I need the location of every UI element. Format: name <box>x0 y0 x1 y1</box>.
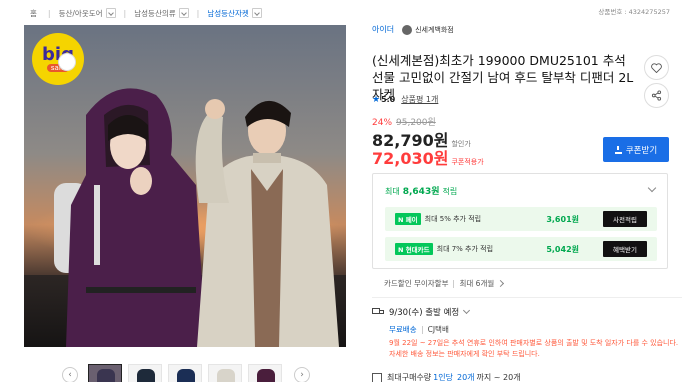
breadcrumb-item-outdoor[interactable]: 등산/아웃도어 <box>59 8 116 19</box>
purchase-limit-suffix: 까지 ~ 20개 <box>476 373 521 382</box>
star-icon: ★ <box>372 94 381 105</box>
npay-logo: N 페이 <box>395 213 421 225</box>
truck-icon <box>372 307 384 317</box>
chevron-down-icon[interactable] <box>105 8 116 18</box>
shipping-notice: 9월 22일 ~ 27일은 추석 연휴로 인하여 판매자별로 상품의 출발 및 … <box>389 339 679 358</box>
shipping-estimate[interactable]: 9/30(수) 출발 예정 <box>372 306 471 318</box>
thumbnail-item[interactable] <box>248 364 282 382</box>
card-benefit-row: N 현대카드 최대 7% 추가 적립 5,042원 혜택받기 <box>385 237 657 261</box>
card-benefit-desc: 최대 5% 추가 적립 <box>424 215 482 223</box>
chevron-down-icon[interactable] <box>251 8 262 18</box>
breadcrumb-item-mens-clothing[interactable]: 남성등산의류 <box>134 8 189 19</box>
review-count-link[interactable]: 상품평 1개 <box>401 94 438 105</box>
thumbnail-item[interactable] <box>128 364 162 382</box>
divider <box>372 297 682 298</box>
breadcrumb-label: 남성등산자켓 <box>207 8 249 18</box>
seller-badge[interactable]: 신세계백화점 <box>402 24 454 35</box>
breadcrumb-item-mens-jacket[interactable]: 남성등산자켓 <box>207 8 262 19</box>
shipping-date: 9/30(수) 출발 예정 <box>389 308 460 318</box>
purchase-limit-highlight: 20개 <box>456 373 475 382</box>
free-shipping: 무료배송 <box>389 325 417 334</box>
max-points-prefix: 최대 <box>385 187 400 196</box>
breadcrumb-label: 남성등산의류 <box>134 8 176 18</box>
max-points-suffix: 적립 <box>442 187 458 196</box>
card-benefit-amount: 3,601원 <box>546 214 579 224</box>
max-points[interactable]: 최대 8,643원 적립 <box>385 184 457 197</box>
store-logo-icon <box>402 24 413 35</box>
thumbnail-strip: ‹ › <box>62 364 310 382</box>
divider <box>421 325 423 334</box>
chevron-down-icon[interactable] <box>178 8 189 18</box>
pre-accrue-button[interactable]: 사전적립 <box>603 211 647 227</box>
share-button[interactable] <box>644 83 669 108</box>
chevron-right-icon <box>497 279 505 288</box>
thumbnail-jacket <box>217 369 235 382</box>
hyundai-card-logo: N 현대카드 <box>395 243 433 255</box>
shipping-type: 무료배송 CJ택배 <box>389 324 449 335</box>
divider <box>453 279 455 288</box>
breadcrumb-separator: | <box>47 8 51 18</box>
card-benefit-desc: 최대 7% 추가 적립 <box>436 245 494 253</box>
chevron-right-icon[interactable]: › <box>294 367 310 382</box>
breadcrumb: 홈 | 등산/아웃도어 | 남성등산의류 | 남성등산자켓 <box>30 6 270 20</box>
installment-label: 카드할인 무이자할부 <box>384 279 449 288</box>
heart-icon <box>651 62 662 73</box>
model-man <box>195 99 339 347</box>
breadcrumb-separator: | <box>196 8 200 18</box>
product-code: 상품번호 : 4324275257 <box>598 8 670 16</box>
thumbnail-item[interactable] <box>208 364 242 382</box>
seller-name: 신세계백화점 <box>415 25 454 34</box>
installment-detail: 최대 6개월 <box>459 279 495 288</box>
model-woman <box>54 88 206 347</box>
thumbnail-jacket <box>137 369 155 382</box>
purchase-limit: 최대구매수량 1인당 20개 까지 ~ 20개 <box>372 372 521 382</box>
thumbnail-jacket <box>97 369 115 382</box>
brand-link[interactable]: 아이더 <box>372 24 394 35</box>
coupon-button-label: 쿠폰받기 <box>625 145 658 156</box>
coupon-download-button[interactable]: 쿠폰받기 <box>603 137 669 162</box>
thumbnail-jacket <box>257 369 275 382</box>
rating: ★ 5.0 상품평 1개 <box>372 94 438 105</box>
purchase-limit-prefix: 최대구매수량 <box>387 373 432 382</box>
card-benefit-row: N 페이 최대 5% 추가 적립 3,601원 사전적립 <box>385 207 657 231</box>
coupon-price-label: 쿠폰적용가 <box>451 158 484 166</box>
share-icon <box>651 90 662 101</box>
chevron-down-icon[interactable] <box>647 183 657 193</box>
benefit-box: 최대 8,643원 적립 N 페이 최대 5% 추가 적립 3,601원 사전적… <box>372 173 668 269</box>
chevron-left-icon[interactable]: ‹ <box>62 367 78 382</box>
wishlist-button[interactable] <box>644 55 669 80</box>
purchase-limit-count: 1인당 <box>433 373 453 382</box>
installment-info[interactable]: 카드할인 무이자할부 최대 6개월 <box>384 278 505 289</box>
thumbnail-item[interactable] <box>168 364 202 382</box>
max-points-value: 8,643원 <box>402 187 440 197</box>
courier-name: CJ택배 <box>427 325 449 334</box>
thumbnail-jacket <box>177 369 195 382</box>
download-icon <box>614 145 622 154</box>
breadcrumb-home[interactable]: 홈 <box>30 8 40 19</box>
chevron-down-icon <box>463 306 471 315</box>
thumbnail-item[interactable] <box>88 364 122 382</box>
get-benefit-button[interactable]: 혜택받기 <box>603 241 647 257</box>
card-benefit-amount: 5,042원 <box>546 244 579 254</box>
coupon-price: 72,030원 <box>372 149 449 168</box>
mascot-icon <box>58 53 76 71</box>
breadcrumb-label: 등산/아웃도어 <box>58 8 103 18</box>
coupon-price-row: 72,030원 쿠폰적용가 <box>372 145 484 169</box>
breadcrumb-separator: | <box>123 8 127 18</box>
product-main-image[interactable]: big sale <box>24 25 346 347</box>
breadcrumb-label: 홈 <box>30 8 37 18</box>
seller-info: 아이더 신세계백화점 <box>372 24 454 35</box>
limit-icon <box>372 372 382 382</box>
rating-score: 5.0 <box>381 95 396 104</box>
